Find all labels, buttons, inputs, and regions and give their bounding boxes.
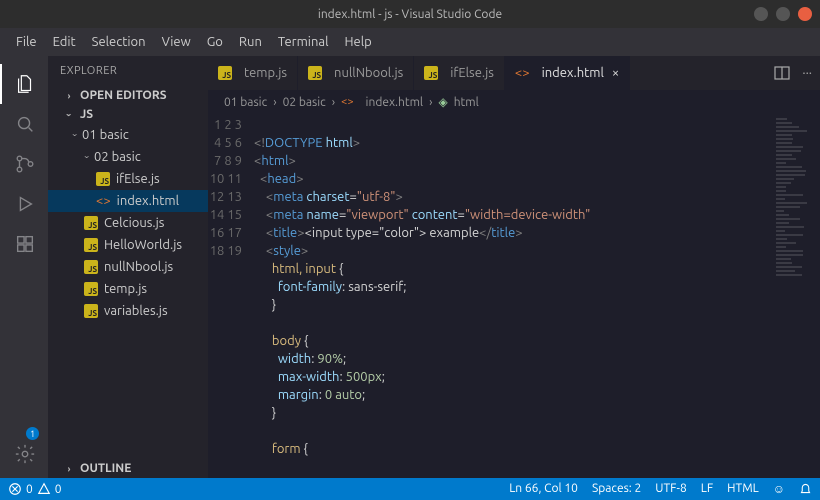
menu-bar: File Edit Selection View Go Run Terminal… xyxy=(0,28,820,56)
settings-icon[interactable] xyxy=(0,434,48,474)
split-editor-icon[interactable] xyxy=(774,65,790,81)
menu-selection[interactable]: Selection xyxy=(84,31,154,53)
js-icon: JS xyxy=(84,304,98,318)
js-icon: JS xyxy=(84,216,98,230)
window-title: index.html - js - Visual Studio Code xyxy=(318,8,502,21)
js-icon: JS xyxy=(308,66,322,80)
files-icon[interactable] xyxy=(0,64,48,104)
minimap[interactable] xyxy=(772,114,820,478)
file-helloworld[interactable]: JSHelloWorld.js xyxy=(48,234,208,256)
editor-group: JStemp.js JSnullNbool.js JSifElse.js <>i… xyxy=(208,56,820,478)
folder-01-basic[interactable]: ›01 basic xyxy=(48,124,208,146)
tab-ifelse[interactable]: JSifElse.js xyxy=(414,56,505,90)
js-icon: JS xyxy=(84,282,98,296)
problems-indicator[interactable]: 0 0 xyxy=(8,482,62,496)
menu-terminal[interactable]: Terminal xyxy=(270,31,337,53)
js-icon: JS xyxy=(84,260,98,274)
tab-bar: JStemp.js JSnullNbool.js JSifElse.js <>i… xyxy=(208,56,820,90)
menu-edit[interactable]: Edit xyxy=(45,31,84,53)
js-icon: JS xyxy=(424,66,438,80)
feedback-icon[interactable]: ☺ xyxy=(773,482,785,496)
file-celcious[interactable]: JSCelcious.js xyxy=(48,212,208,234)
maximize-button[interactable] xyxy=(776,7,790,21)
html-icon: <> xyxy=(515,66,530,80)
file-ifelse[interactable]: JSifElse.js xyxy=(48,168,208,190)
js-icon: JS xyxy=(84,238,98,252)
html-icon: <> xyxy=(341,96,353,108)
close-button[interactable] xyxy=(798,7,812,21)
code-editor[interactable]: 1 2 3 4 5 6 7 8 9 10 11 12 13 14 15 16 1… xyxy=(208,114,820,478)
source-control-icon[interactable] xyxy=(0,144,48,184)
explorer-sidebar: EXPLORER ›OPEN EDITORS ›JS ›01 basic ›02… xyxy=(48,56,208,478)
window-controls xyxy=(754,7,812,21)
extensions-icon[interactable] xyxy=(0,224,48,264)
activity-bar: 1 xyxy=(0,56,48,478)
code-content[interactable]: <!DOCTYPE html> <html> <head> <meta char… xyxy=(254,114,772,478)
line-numbers: 1 2 3 4 5 6 7 8 9 10 11 12 13 14 15 16 1… xyxy=(208,114,254,478)
js-icon: JS xyxy=(218,66,232,80)
file-nullnbool[interactable]: JSnullNbool.js xyxy=(48,256,208,278)
extensions-badge: 1 xyxy=(26,427,39,440)
tab-temp[interactable]: JStemp.js xyxy=(208,56,298,90)
tab-index-html[interactable]: <>index.html× xyxy=(505,56,630,90)
title-bar: index.html - js - Visual Studio Code xyxy=(0,0,820,28)
encoding[interactable]: UTF-8 xyxy=(655,482,686,496)
menu-file[interactable]: File xyxy=(8,31,45,53)
folder-02-basic[interactable]: ›02 basic xyxy=(48,146,208,168)
html-icon: <> xyxy=(96,194,111,208)
minimize-button[interactable] xyxy=(754,7,768,21)
menu-help[interactable]: Help xyxy=(336,31,379,53)
cursor-position[interactable]: Ln 66, Col 10 xyxy=(509,482,578,496)
explorer-title: EXPLORER xyxy=(48,56,208,86)
outline-section[interactable]: ›OUTLINE xyxy=(48,459,208,478)
breadcrumb[interactable]: 01 basic› 02 basic› <>index.html› ◈html xyxy=(208,90,820,114)
file-temp[interactable]: JStemp.js xyxy=(48,278,208,300)
open-editors-section[interactable]: ›OPEN EDITORS xyxy=(48,86,208,105)
language-mode[interactable]: HTML xyxy=(727,482,759,496)
run-debug-icon[interactable] xyxy=(0,184,48,224)
eol[interactable]: LF xyxy=(701,482,713,496)
more-icon[interactable]: ··· xyxy=(802,66,812,80)
menu-run[interactable]: Run xyxy=(231,31,270,53)
file-variables[interactable]: JSvariables.js xyxy=(48,300,208,322)
notifications-icon[interactable] xyxy=(799,482,812,496)
js-icon: JS xyxy=(96,172,110,186)
workspace-section[interactable]: ›JS xyxy=(48,105,208,124)
menu-go[interactable]: Go xyxy=(199,31,231,53)
file-index-html[interactable]: <>index.html xyxy=(48,190,208,212)
menu-view[interactable]: View xyxy=(154,31,199,53)
tab-nullnbool[interactable]: JSnullNbool.js xyxy=(298,56,414,90)
search-icon[interactable] xyxy=(0,104,48,144)
status-bar: 0 0 Ln 66, Col 10 Spaces: 2 UTF-8 LF HTM… xyxy=(0,478,820,500)
close-tab-icon[interactable]: × xyxy=(612,66,619,80)
indentation[interactable]: Spaces: 2 xyxy=(592,482,641,496)
